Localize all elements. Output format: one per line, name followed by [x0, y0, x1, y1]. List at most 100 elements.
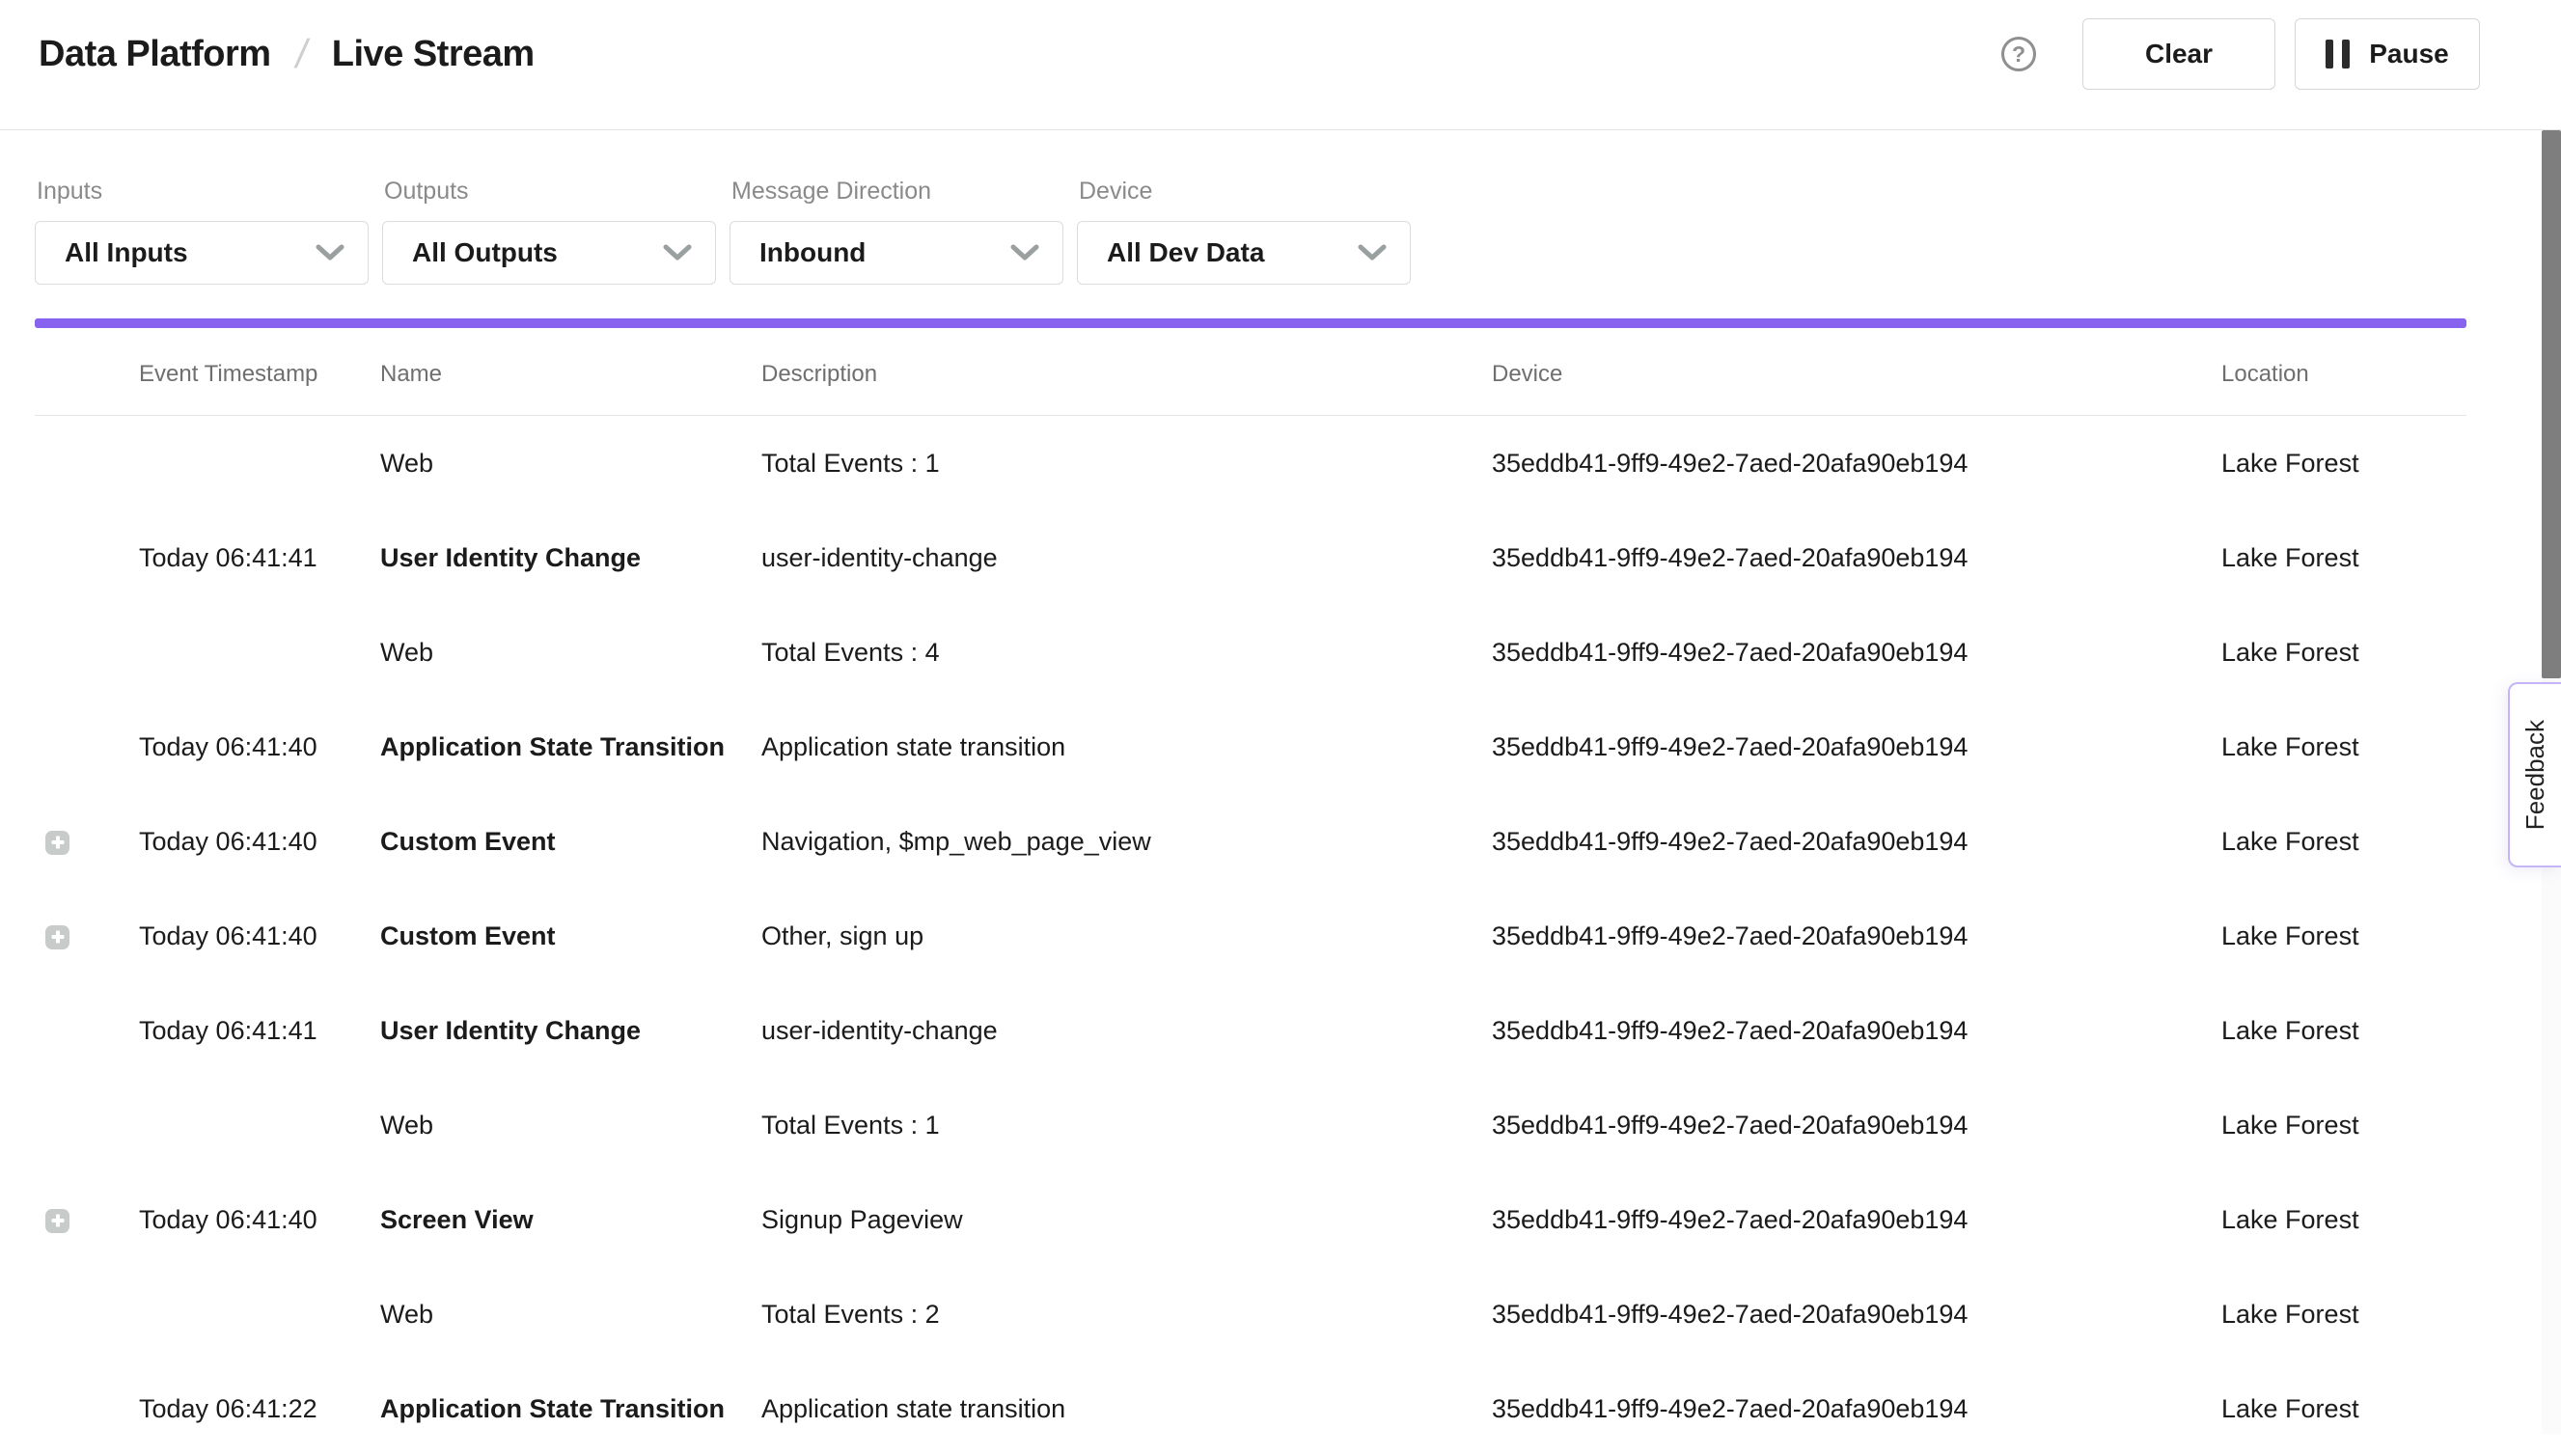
- event-description-cell: Total Events : 1: [761, 416, 1492, 511]
- expand-cell: [35, 983, 139, 1078]
- event-timestamp-cell: [139, 416, 380, 511]
- table-row[interactable]: Today 06:41:40Custom EventNavigation, $m…: [35, 794, 2466, 889]
- table-row[interactable]: WebTotal Events : 135eddb41-9ff9-49e2-7a…: [35, 416, 2466, 511]
- device-cell: 35eddb41-9ff9-49e2-7aed-20afa90eb194: [1492, 510, 2221, 605]
- chevron-down-icon: [663, 244, 692, 261]
- feedback-tab[interactable]: Feedback: [2508, 682, 2561, 867]
- table-row[interactable]: WebTotal Events : 435eddb41-9ff9-49e2-7a…: [35, 605, 2466, 700]
- page-title: Live Stream: [332, 34, 535, 75]
- outputs-select[interactable]: All Outputs: [382, 221, 716, 285]
- event-timestamp-cell: Today 06:41:40: [139, 889, 380, 983]
- expand-cell: [35, 416, 139, 511]
- pause-button-label: Pause: [2369, 39, 2449, 69]
- expand-cell: [35, 794, 139, 889]
- expand-row-button[interactable]: [45, 925, 69, 949]
- event-timestamp-cell: [139, 605, 380, 700]
- expand-cell: [35, 510, 139, 605]
- event-name-cell: Web: [380, 1078, 761, 1172]
- device-cell: 35eddb41-9ff9-49e2-7aed-20afa90eb194: [1492, 605, 2221, 700]
- event-description-cell: Total Events : 2: [761, 1267, 1492, 1361]
- location-cell: Lake Forest: [2221, 1267, 2466, 1361]
- inputs-label: Inputs: [37, 177, 369, 206]
- expand-cell: [35, 889, 139, 983]
- help-icon-glyph: ?: [2012, 41, 2025, 68]
- event-description-cell: Application state transition: [761, 1361, 1492, 1456]
- event-name-cell: Application State Transition: [380, 700, 761, 794]
- device-cell: 35eddb41-9ff9-49e2-7aed-20afa90eb194: [1492, 1361, 2221, 1456]
- event-table-body: WebTotal Events : 135eddb41-9ff9-49e2-7a…: [35, 416, 2466, 1456]
- table-row[interactable]: Today 06:41:40Custom EventOther, sign up…: [35, 889, 2466, 983]
- event-description-cell: Total Events : 4: [761, 605, 1492, 700]
- event-description-cell: user-identity-change: [761, 510, 1492, 605]
- clear-button[interactable]: Clear: [2082, 18, 2275, 90]
- location-cell: Lake Forest: [2221, 1172, 2466, 1267]
- location-cell: Lake Forest: [2221, 1361, 2466, 1456]
- location-cell: Lake Forest: [2221, 605, 2466, 700]
- expand-cell: [35, 700, 139, 794]
- event-description-cell: Navigation, $mp_web_page_view: [761, 794, 1492, 889]
- column-header-event-timestamp: Event Timestamp: [139, 333, 380, 416]
- expand-row-button[interactable]: [45, 1209, 69, 1233]
- pause-button[interactable]: Pause: [2295, 18, 2480, 90]
- table-row[interactable]: Today 06:41:22Application State Transiti…: [35, 1361, 2466, 1456]
- event-name-cell: User Identity Change: [380, 510, 761, 605]
- expand-row-button[interactable]: [45, 831, 69, 855]
- app-header: Data Platform / Live Stream ? Clear Paus…: [0, 0, 2561, 130]
- column-header-location: Location: [2221, 333, 2466, 416]
- column-header-description: Description: [761, 333, 1492, 416]
- table-row[interactable]: Today 06:41:40Screen ViewSignup Pageview…: [35, 1172, 2466, 1267]
- inputs-select[interactable]: All Inputs: [35, 221, 369, 285]
- breadcrumb: Data Platform / Live Stream: [39, 31, 535, 77]
- event-timestamp-cell: Today 06:41:40: [139, 794, 380, 889]
- expand-cell: [35, 1267, 139, 1361]
- location-cell: Lake Forest: [2221, 794, 2466, 889]
- event-timestamp-cell: Today 06:41:40: [139, 700, 380, 794]
- help-icon[interactable]: ?: [2001, 37, 2036, 71]
- message-direction-select[interactable]: Inbound: [730, 221, 1063, 285]
- expand-cell: [35, 605, 139, 700]
- table-header-row: Event Timestamp Name Description Device …: [35, 333, 2466, 416]
- pause-icon: [2326, 40, 2350, 69]
- expand-cell: [35, 1361, 139, 1456]
- event-name-cell: User Identity Change: [380, 983, 761, 1078]
- table-row[interactable]: Today 06:41:40Application State Transiti…: [35, 700, 2466, 794]
- expand-column-header: [35, 333, 139, 416]
- device-select[interactable]: All Dev Data: [1077, 221, 1411, 285]
- filter-outputs: Outputs All Outputs: [382, 130, 716, 285]
- event-timestamp-cell: Today 06:41:41: [139, 510, 380, 605]
- scrollbar-thumb[interactable]: [2542, 130, 2561, 678]
- event-timestamp-cell: Today 06:41:41: [139, 983, 380, 1078]
- event-timestamp-cell: [139, 1267, 380, 1361]
- filter-message-direction: Message Direction Inbound: [730, 130, 1063, 285]
- table-row[interactable]: Today 06:41:41User Identity Changeuser-i…: [35, 983, 2466, 1078]
- location-cell: Lake Forest: [2221, 983, 2466, 1078]
- breadcrumb-separator: /: [291, 31, 311, 77]
- location-cell: Lake Forest: [2221, 510, 2466, 605]
- outputs-label: Outputs: [384, 177, 716, 206]
- breadcrumb-data-platform[interactable]: Data Platform: [39, 34, 271, 75]
- table-row[interactable]: WebTotal Events : 235eddb41-9ff9-49e2-7a…: [35, 1267, 2466, 1361]
- location-cell: Lake Forest: [2221, 1078, 2466, 1172]
- location-cell: Lake Forest: [2221, 889, 2466, 983]
- inputs-select-value: All Inputs: [65, 237, 188, 268]
- table-row[interactable]: Today 06:41:41User Identity Changeuser-i…: [35, 510, 2466, 605]
- chevron-down-icon: [1010, 244, 1039, 261]
- outputs-select-value: All Outputs: [412, 237, 558, 268]
- device-label: Device: [1079, 177, 1411, 206]
- chevron-down-icon: [1358, 244, 1387, 261]
- table-row[interactable]: WebTotal Events : 135eddb41-9ff9-49e2-7a…: [35, 1078, 2466, 1172]
- feedback-tab-label: Feedback: [2520, 720, 2550, 830]
- filter-device: Device All Dev Data: [1077, 130, 1411, 285]
- event-timestamp-cell: Today 06:41:22: [139, 1361, 380, 1456]
- stream-progress-bar: [35, 318, 2466, 328]
- location-cell: Lake Forest: [2221, 416, 2466, 511]
- column-header-device: Device: [1492, 333, 2221, 416]
- event-description-cell: Signup Pageview: [761, 1172, 1492, 1267]
- device-cell: 35eddb41-9ff9-49e2-7aed-20afa90eb194: [1492, 983, 2221, 1078]
- event-description-cell: user-identity-change: [761, 983, 1492, 1078]
- event-description-cell: Other, sign up: [761, 889, 1492, 983]
- event-name-cell: Web: [380, 605, 761, 700]
- event-timestamp-cell: Today 06:41:40: [139, 1172, 380, 1267]
- event-name-cell: Web: [380, 1267, 761, 1361]
- device-select-value: All Dev Data: [1107, 237, 1264, 268]
